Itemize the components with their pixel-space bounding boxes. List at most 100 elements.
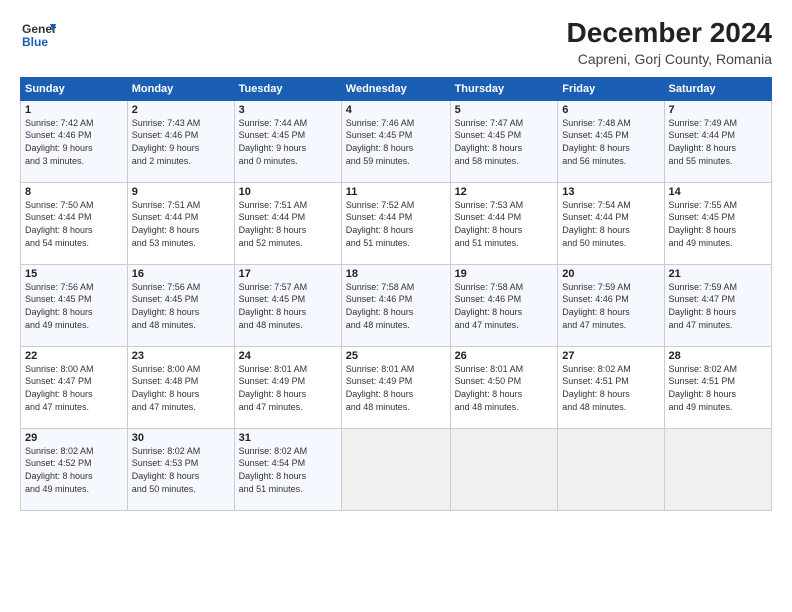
day-info-line: Sunset: 4:53 PM (132, 458, 199, 468)
day-info-line: Daylight: 8 hours (132, 389, 200, 399)
day-info-line: and 48 minutes. (455, 402, 519, 412)
day-info-line: Sunrise: 7:51 AM (132, 200, 201, 210)
day-info: Sunrise: 7:52 AMSunset: 4:44 PMDaylight:… (346, 199, 446, 249)
day-info-line: and 49 minutes. (25, 484, 89, 494)
day-info-line: Sunrise: 7:46 AM (346, 118, 415, 128)
day-info: Sunrise: 8:01 AMSunset: 4:49 PMDaylight:… (239, 363, 337, 413)
page: General Blue December 2024 Capreni, Gorj… (0, 0, 792, 612)
day-info-line: Sunrise: 7:42 AM (25, 118, 94, 128)
col-header-saturday: Saturday (664, 77, 771, 100)
calendar-cell: 11Sunrise: 7:52 AMSunset: 4:44 PMDayligh… (341, 182, 450, 264)
day-info: Sunrise: 8:00 AM Sunset: 4:48 PM Daylight:… (132, 363, 230, 413)
day-info-line: Sunset: 4:44 PM (346, 212, 413, 222)
day-info-line: and 53 minutes. (132, 238, 196, 248)
day-info-line: and 47 minutes. (239, 402, 303, 412)
day-info-line: Daylight: 8 hours (132, 225, 200, 235)
day-info-line: and 55 minutes. (669, 156, 733, 166)
day-info-line: and 3 minutes. (25, 156, 84, 166)
week-row-2: 8Sunrise: 7:50 AMSunset: 4:44 PMDaylight… (21, 182, 772, 264)
day-info-line: Sunset: 4:46 PM (346, 294, 413, 304)
day-info-line: Daylight: 8 hours (346, 307, 414, 317)
day-info-line: and 47 minutes. (562, 320, 626, 330)
day-info-line: Daylight: 8 hours (455, 389, 523, 399)
day-info-line: Daylight: 8 hours (132, 307, 200, 317)
calendar-cell: 16Sunrise: 7:56 AMSunset: 4:45 PMDayligh… (127, 264, 234, 346)
day-info-line: Sunrise: 8:00 AM (132, 364, 201, 374)
day-number: 4 (346, 104, 446, 116)
day-info-line: Sunset: 4:46 PM (25, 130, 92, 140)
day-info-line: Daylight: 8 hours (669, 389, 737, 399)
day-number: 30 (132, 432, 230, 444)
day-info-line: Daylight: 8 hours (25, 389, 93, 399)
day-info-line: Sunrise: 7:51 AM (239, 200, 308, 210)
day-info-line: Daylight: 8 hours (239, 225, 307, 235)
day-info-line: Sunset: 4:52 PM (25, 458, 92, 468)
day-info-line: Sunrise: 7:58 AM (346, 282, 415, 292)
day-info-line: and 48 minutes. (346, 402, 410, 412)
day-info-line: and 49 minutes. (669, 238, 733, 248)
day-info-line: Daylight: 8 hours (455, 225, 523, 235)
day-info: Sunrise: 8:01 AMSunset: 4:49 PMDaylight:… (346, 363, 446, 413)
day-number: 11 (346, 186, 446, 198)
day-info-line: Sunrise: 7:50 AM (25, 200, 94, 210)
day-number: 23 (132, 350, 230, 362)
day-info-line: Sunset: 4:45 PM (346, 130, 413, 140)
col-header-sunday: Sunday (21, 77, 128, 100)
day-info: Sunrise: 7:58 AMSunset: 4:46 PMDaylight:… (455, 281, 554, 331)
calendar-cell: 28Sunrise: 8:02 AMSunset: 4:51 PMDayligh… (664, 346, 771, 428)
calendar-cell: 19Sunrise: 7:58 AMSunset: 4:46 PMDayligh… (450, 264, 558, 346)
day-info-line: Daylight: 8 hours (132, 471, 200, 481)
day-info-line: Sunrise: 8:02 AM (132, 446, 201, 456)
col-header-tuesday: Tuesday (234, 77, 341, 100)
day-info-line: Daylight: 8 hours (239, 389, 307, 399)
day-info-line: Daylight: 8 hours (25, 471, 93, 481)
day-info-line: Sunset: 4:46 PM (562, 294, 629, 304)
day-info-line: Sunrise: 8:01 AM (239, 364, 308, 374)
day-info-line: Daylight: 8 hours (669, 225, 737, 235)
day-info-line: Daylight: 8 hours (562, 307, 630, 317)
day-info-line: Sunrise: 7:59 AM (562, 282, 631, 292)
day-info-line: and 48 minutes. (346, 320, 410, 330)
calendar-cell: 30 Sunrise: 8:02 AM Sunset: 4:53 PM Dayligh… (127, 428, 234, 510)
day-info-line: and 48 minutes. (562, 402, 626, 412)
col-header-wednesday: Wednesday (341, 77, 450, 100)
day-info-line: Sunset: 4:48 PM (132, 376, 199, 386)
day-number: 20 (562, 268, 659, 280)
week-row-5: 29Sunrise: 8:02 AMSunset: 4:52 PMDayligh… (21, 428, 772, 510)
day-number: 24 (239, 350, 337, 362)
day-number: 22 (25, 350, 123, 362)
day-info-line: Sunset: 4:47 PM (25, 376, 92, 386)
day-info-line: Sunrise: 8:02 AM (562, 364, 631, 374)
calendar-cell: 12Sunrise: 7:53 AMSunset: 4:44 PMDayligh… (450, 182, 558, 264)
day-info-line: Sunset: 4:51 PM (669, 376, 736, 386)
day-info-line: Sunrise: 7:53 AM (455, 200, 524, 210)
day-info-line: Sunset: 4:46 PM (455, 294, 522, 304)
day-info-line: Sunrise: 8:01 AM (455, 364, 524, 374)
day-info: Sunrise: 7:57 AMSunset: 4:45 PMDaylight:… (239, 281, 337, 331)
calendar-cell (450, 428, 558, 510)
calendar-cell: 23 Sunrise: 8:00 AM Sunset: 4:48 PM Dayligh… (127, 346, 234, 428)
day-number: 8 (25, 186, 123, 198)
day-info-line: Sunrise: 8:02 AM (25, 446, 94, 456)
day-info-line: Sunset: 4:44 PM (455, 212, 522, 222)
day-info-line: and 51 minutes. (239, 484, 303, 494)
calendar-cell (664, 428, 771, 510)
day-info-line: Sunset: 4:45 PM (669, 212, 736, 222)
day-number: 13 (562, 186, 659, 198)
day-info-line: Sunset: 4:45 PM (239, 130, 306, 140)
day-number: 26 (455, 350, 554, 362)
day-info-line: Daylight: 8 hours (669, 307, 737, 317)
day-info-line: Sunset: 4:45 PM (562, 130, 629, 140)
day-number: 6 (562, 104, 659, 116)
day-info: Sunrise: 7:50 AMSunset: 4:44 PMDaylight:… (25, 199, 123, 249)
day-info-line: Sunrise: 7:47 AM (455, 118, 524, 128)
col-header-monday: Monday (127, 77, 234, 100)
calendar-cell: 3Sunrise: 7:44 AMSunset: 4:45 PMDaylight… (234, 100, 341, 182)
week-row-3: 15Sunrise: 7:56 AMSunset: 4:45 PMDayligh… (21, 264, 772, 346)
day-info: Sunrise: 8:01 AMSunset: 4:50 PMDaylight:… (455, 363, 554, 413)
calendar-cell: 13Sunrise: 7:54 AMSunset: 4:44 PMDayligh… (558, 182, 664, 264)
day-info-line: Sunset: 4:45 PM (239, 294, 306, 304)
day-info-line: Sunrise: 7:55 AM (669, 200, 738, 210)
day-number: 9 (132, 186, 230, 198)
day-info-line: Sunrise: 7:58 AM (455, 282, 524, 292)
